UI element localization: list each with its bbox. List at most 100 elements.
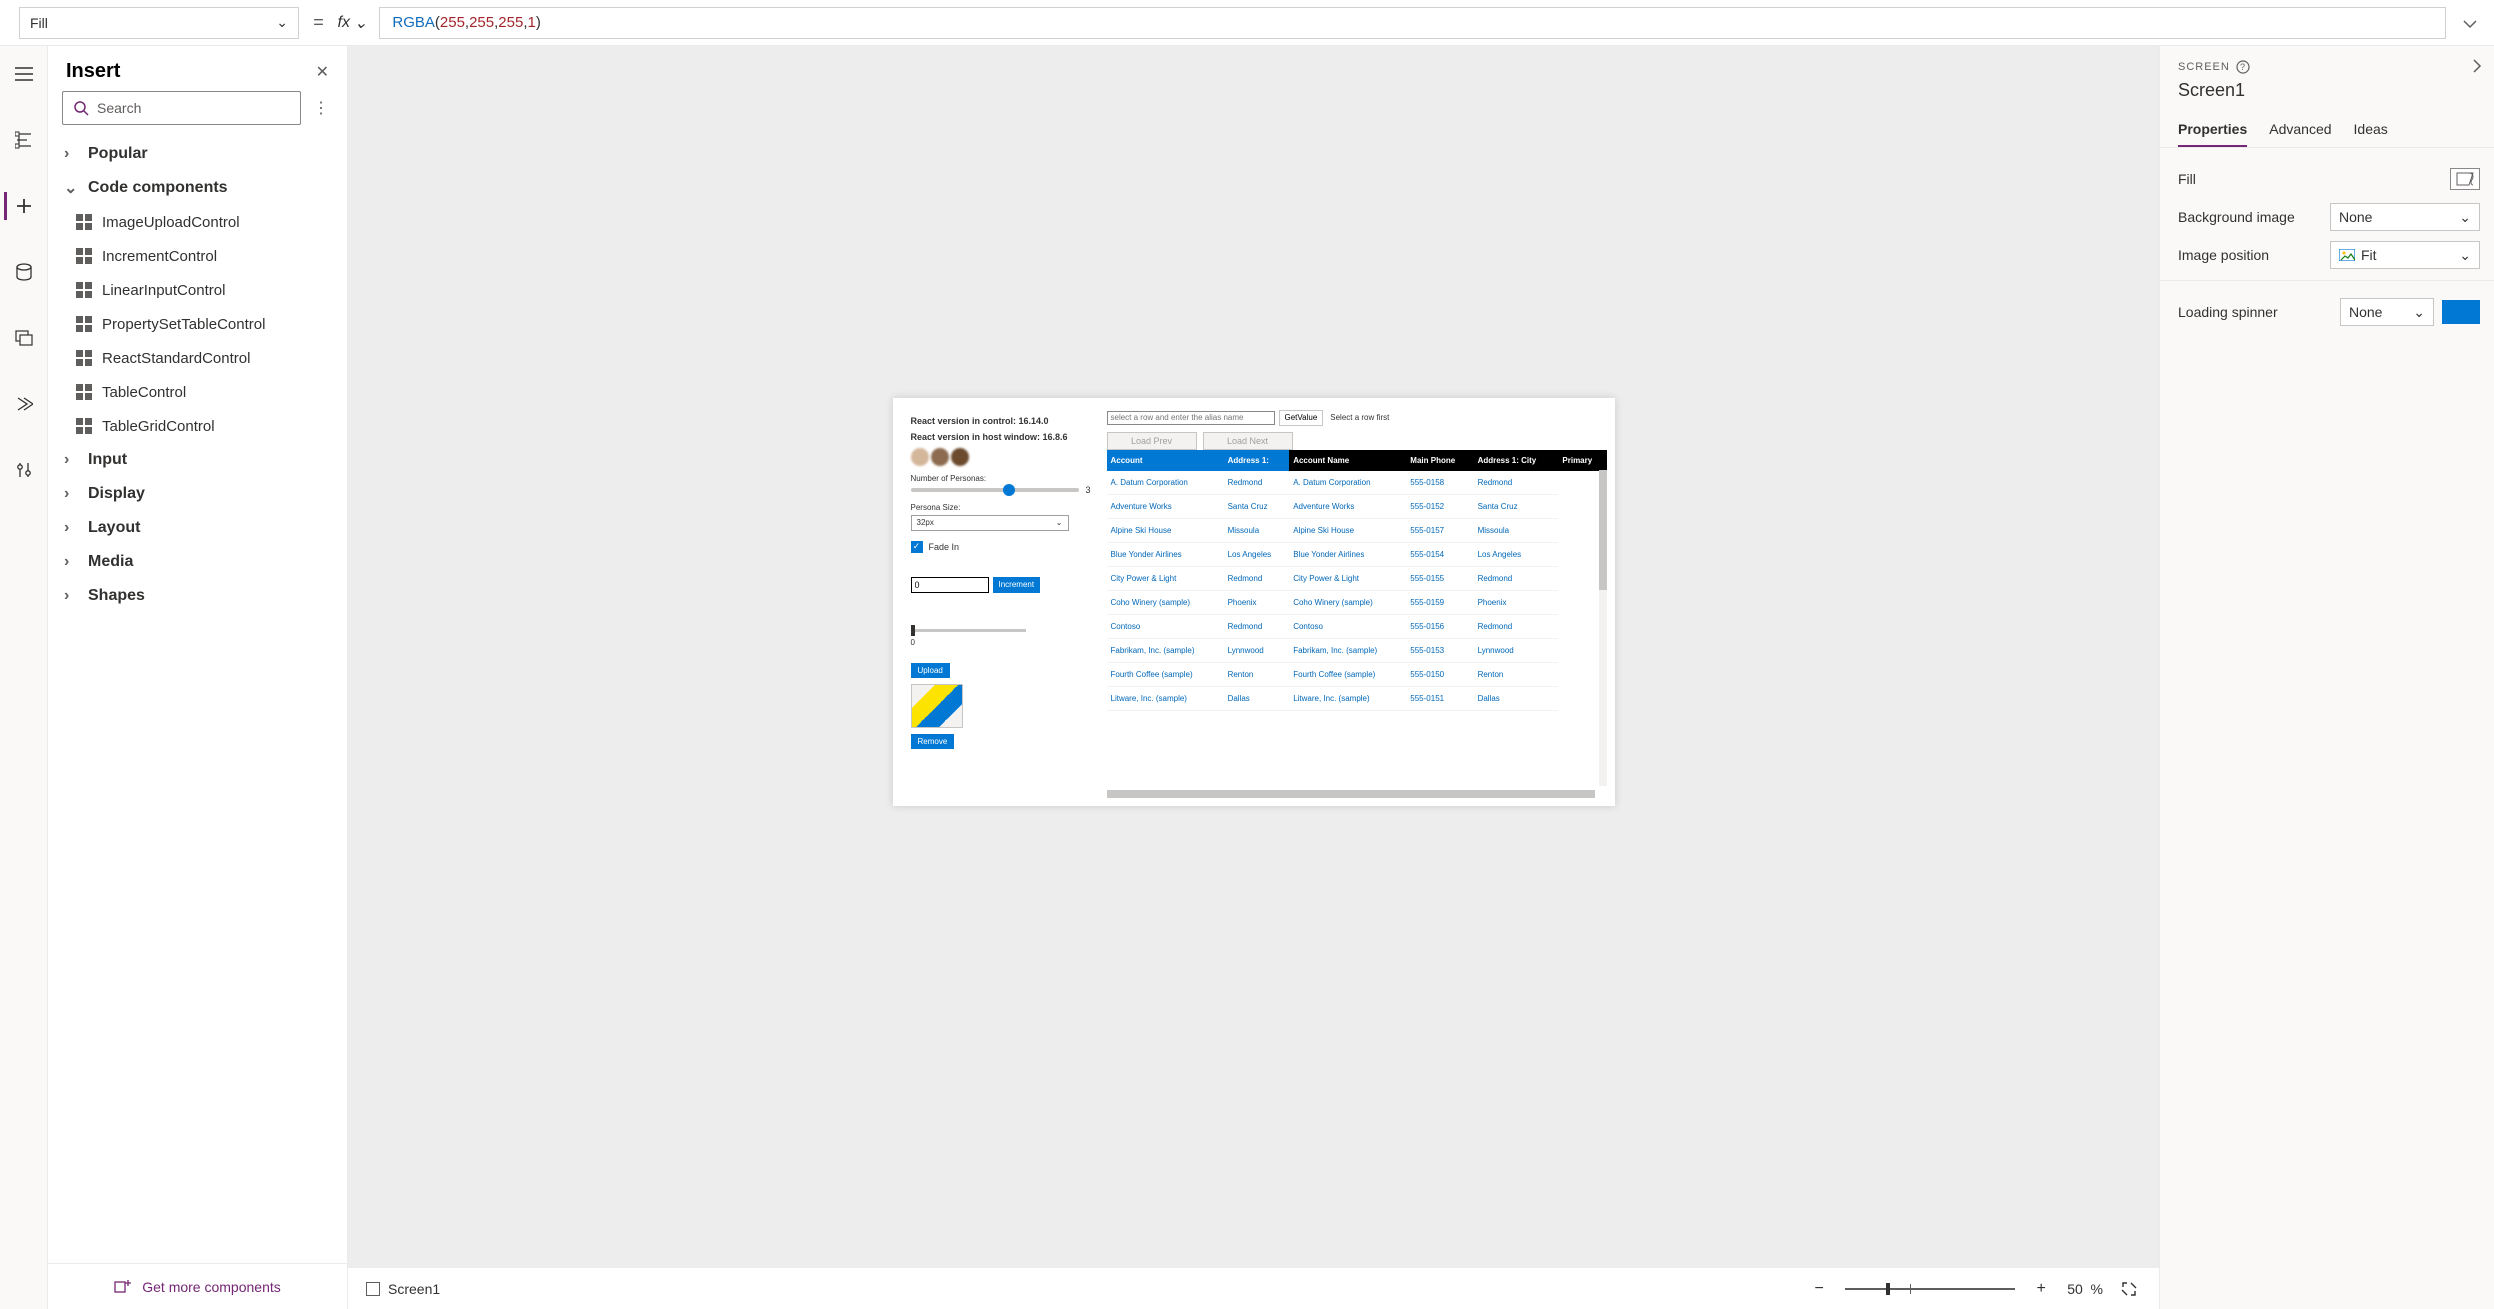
table-row[interactable]: City Power & LightRedmondCity Power & Li… xyxy=(1107,566,1607,590)
table-cell: 555-0153 xyxy=(1406,638,1473,662)
table-row[interactable]: Fourth Coffee (sample)RentonFourth Coffe… xyxy=(1107,662,1607,686)
imgpos-select[interactable]: Fit ⌄ xyxy=(2330,241,2480,269)
table-cell: Litware, Inc. (sample) xyxy=(1107,686,1224,710)
persona-size-select[interactable]: 32px⌄ xyxy=(911,515,1069,531)
component-label: LinearInputControl xyxy=(102,282,225,299)
table-cell: Fourth Coffee (sample) xyxy=(1107,662,1224,686)
table-cell: 555-0154 xyxy=(1406,542,1473,566)
table-cell: Missoula xyxy=(1224,518,1290,542)
group-label: Layout xyxy=(88,519,140,537)
chevron-down-icon: ⌄ xyxy=(354,13,367,33)
column-header[interactable]: Address 1: xyxy=(1224,450,1290,471)
close-icon[interactable]: ✕ xyxy=(316,62,329,82)
hamburger-icon[interactable] xyxy=(4,54,44,94)
spinner-value: None xyxy=(2349,304,2382,320)
component-icon xyxy=(76,350,92,366)
increment-button[interactable]: Increment xyxy=(993,577,1041,593)
formula-input[interactable]: RGBA(255, 255, 255, 1) xyxy=(379,7,2446,39)
table-row[interactable]: Adventure WorksSanta CruzAdventure Works… xyxy=(1107,494,1607,518)
table-row[interactable]: Fabrikam, Inc. (sample)LynnwoodFabrikam,… xyxy=(1107,638,1607,662)
help-icon[interactable]: ? xyxy=(2236,60,2250,74)
tools-icon[interactable] xyxy=(4,450,44,490)
table-row[interactable]: Coho Winery (sample)PhoenixCoho Winery (… xyxy=(1107,590,1607,614)
component-item[interactable]: IncrementControl xyxy=(54,239,341,273)
group-media[interactable]: ›Media xyxy=(54,545,341,579)
table-cell: Contoso xyxy=(1107,614,1224,638)
group-input[interactable]: ›Input xyxy=(54,443,341,477)
fullscreen-icon[interactable] xyxy=(2117,1277,2141,1301)
table-cell: Renton xyxy=(1224,662,1290,686)
zoom-slider[interactable] xyxy=(1845,1288,2015,1290)
property-selector[interactable]: Fill ⌄ xyxy=(19,7,299,39)
remove-button[interactable]: Remove xyxy=(911,734,955,749)
component-item[interactable]: ImageUploadControl xyxy=(54,205,341,239)
column-header[interactable]: Main Phone xyxy=(1406,450,1473,471)
property-name: Fill xyxy=(30,15,48,31)
group-layout[interactable]: ›Layout xyxy=(54,511,341,545)
group-label: Shapes xyxy=(88,587,145,605)
getvalue-button[interactable]: GetValue xyxy=(1279,410,1324,426)
group-shapes[interactable]: ›Shapes xyxy=(54,579,341,613)
get-components-button[interactable]: Get more components xyxy=(48,1263,347,1309)
fill-swatch[interactable] xyxy=(2450,168,2480,190)
component-item[interactable]: LinearInputControl xyxy=(54,273,341,307)
component-item[interactable]: ReactStandardControl xyxy=(54,341,341,375)
zoom-out-button[interactable]: − xyxy=(1807,1277,1831,1301)
tab-ideas[interactable]: Ideas xyxy=(2354,121,2388,147)
table-row[interactable]: ContosoRedmondContoso555-0156Redmond xyxy=(1107,614,1607,638)
fade-in-checkbox[interactable]: ✓Fade In xyxy=(911,541,1091,553)
bgimage-select[interactable]: None⌄ xyxy=(2330,203,2480,231)
table-row[interactable]: A. Datum CorporationRedmondA. Datum Corp… xyxy=(1107,471,1607,495)
linear-slider[interactable] xyxy=(911,629,1026,632)
chevron-right-icon[interactable] xyxy=(2472,58,2482,74)
group-code-components[interactable]: ⌄ Code components xyxy=(54,171,341,205)
data-grid[interactable]: AccountAddress 1:Account NameMain PhoneA… xyxy=(1107,450,1607,711)
zoom-in-button[interactable]: + xyxy=(2029,1277,2053,1301)
search-icon xyxy=(73,100,89,116)
table-row[interactable]: Blue Yonder AirlinesLos AngelesBlue Yond… xyxy=(1107,542,1607,566)
group-popular[interactable]: › Popular xyxy=(54,137,341,171)
spinner-select[interactable]: None⌄ xyxy=(2340,298,2434,326)
load-next-button[interactable]: Load Next xyxy=(1203,432,1293,450)
power-automate-icon[interactable] xyxy=(4,384,44,424)
tab-advanced[interactable]: Advanced xyxy=(2269,121,2331,147)
screen-selector[interactable]: Screen1 ⌄ xyxy=(366,1281,440,1297)
linear-value: 0 xyxy=(911,638,1091,647)
component-item[interactable]: PropertySetTableControl xyxy=(54,307,341,341)
personas-slider[interactable]: 3 xyxy=(911,485,1091,495)
more-icon[interactable]: ⋮ xyxy=(309,94,333,122)
search-input[interactable]: Search xyxy=(62,91,301,125)
column-header[interactable]: Primary xyxy=(1558,450,1606,471)
media-icon[interactable] xyxy=(4,318,44,358)
increment-input[interactable] xyxy=(911,577,989,593)
component-item[interactable]: TableGridControl xyxy=(54,409,341,443)
vertical-scrollbar[interactable] xyxy=(1599,470,1607,786)
insert-icon[interactable] xyxy=(4,186,44,226)
component-icon xyxy=(76,282,92,298)
table-cell: 555-0152 xyxy=(1406,494,1473,518)
table-row[interactable]: Litware, Inc. (sample)DallasLitware, Inc… xyxy=(1107,686,1607,710)
upload-button[interactable]: Upload xyxy=(911,663,950,678)
table-cell: Los Angeles xyxy=(1474,542,1559,566)
load-prev-button[interactable]: Load Prev xyxy=(1107,432,1197,450)
horizontal-scrollbar[interactable] xyxy=(1107,790,1595,798)
app-canvas[interactable]: React version in control: 16.14.0 React … xyxy=(893,398,1615,806)
table-row[interactable]: Alpine Ski HouseMissoulaAlpine Ski House… xyxy=(1107,518,1607,542)
column-header[interactable]: Account xyxy=(1107,450,1224,471)
left-rail xyxy=(0,46,48,1309)
table-cell: 555-0159 xyxy=(1406,590,1473,614)
arg: 255 xyxy=(498,14,523,31)
table-cell: Lynnwood xyxy=(1474,638,1559,662)
component-icon xyxy=(76,384,92,400)
alias-input[interactable] xyxy=(1107,411,1275,425)
component-item[interactable]: TableControl xyxy=(54,375,341,409)
column-header[interactable]: Address 1: City xyxy=(1474,450,1559,471)
group-display[interactable]: ›Display xyxy=(54,477,341,511)
expand-formula-button[interactable] xyxy=(2456,9,2484,37)
fx-label[interactable]: fx ⌄ xyxy=(338,13,368,33)
data-icon[interactable] xyxy=(4,252,44,292)
tab-properties[interactable]: Properties xyxy=(2178,121,2247,147)
column-header[interactable]: Account Name xyxy=(1289,450,1406,471)
tree-view-icon[interactable] xyxy=(4,120,44,160)
spinner-color-swatch[interactable] xyxy=(2442,300,2480,324)
